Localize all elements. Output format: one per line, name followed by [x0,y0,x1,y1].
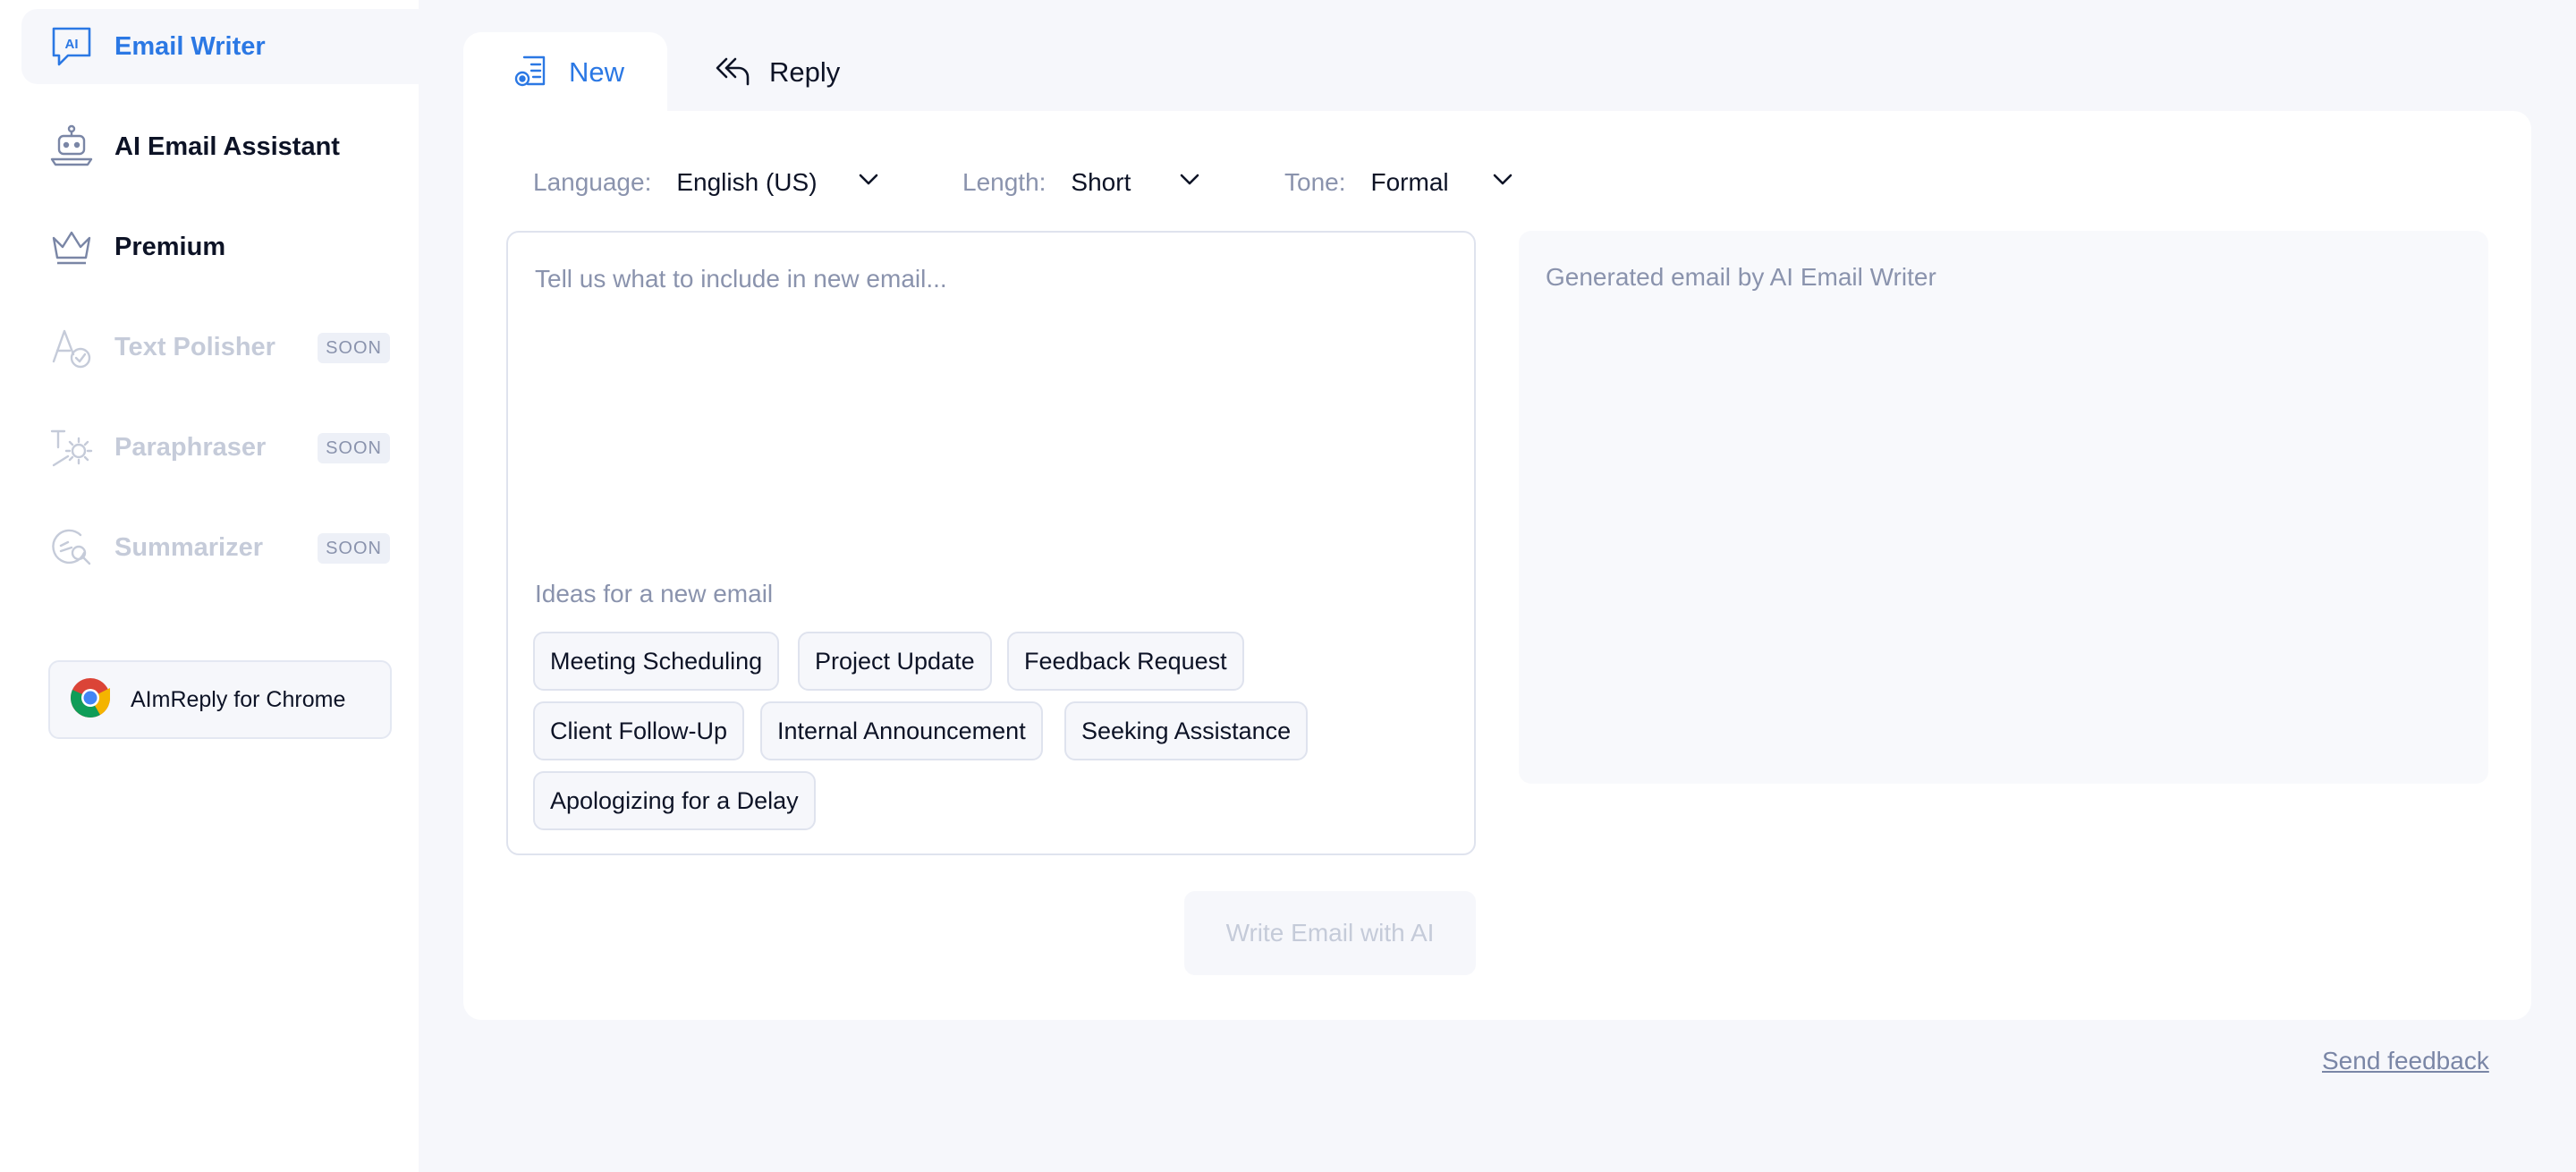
idea-chip[interactable]: Internal Announcement [760,701,1043,760]
idea-chip[interactable]: Seeking Assistance [1064,701,1309,760]
chevron-down-icon [1491,168,1514,198]
send-feedback-link[interactable]: Send feedback [2322,1047,2489,1075]
sidebar-item-paraphraser[interactable]: Paraphraser SOON [21,410,419,485]
language-value: English (US) [676,168,818,196]
crown-icon [48,224,95,270]
write-email-button[interactable]: Write Email with AI [1184,891,1476,975]
sidebar: AI Email Writer AI Email Assistant Premi… [0,0,419,1172]
sidebar-item-label: Premium [114,232,226,261]
robot-laptop-icon [48,123,95,170]
soon-badge: SOON [318,333,390,363]
length-label: Length: [962,168,1046,196]
idea-chip[interactable]: Feedback Request [1007,632,1244,691]
compose-icon [513,52,551,94]
sidebar-item-ai-email-assistant[interactable]: AI Email Assistant [21,109,419,184]
language-select[interactable]: Language: English (US) [533,165,880,200]
sidebar-item-premium[interactable]: Premium [21,209,419,285]
sidebar-item-text-polisher[interactable]: Text Polisher SOON [21,310,419,385]
idea-chip[interactable]: Client Follow-Up [533,701,745,760]
generated-email-output[interactable]: Generated email by AI Email Writer [1519,231,2488,784]
language-label: Language: [533,168,652,196]
sidebar-item-label: AI Email Assistant [114,132,340,161]
svg-text:AI: AI [65,37,79,52]
chrome-extension-label: AImReply for Chrome [131,686,346,712]
tone-select[interactable]: Tone: Formal [1284,165,1514,200]
ai-chat-icon: AI [48,23,95,70]
summarize-icon [48,524,95,571]
chrome-extension-button[interactable]: AImReply for Chrome [48,660,392,739]
reply-all-icon [714,52,751,94]
email-prompt-placeholder: Tell us what to include in new email... [535,265,947,293]
tone-label: Tone: [1284,168,1346,196]
sidebar-item-label: Summarizer [114,532,264,562]
soon-badge: SOON [318,533,390,564]
soon-badge: SOON [318,433,390,463]
length-select[interactable]: Length: Short [962,165,1201,200]
email-prompt-input[interactable]: Tell us what to include in new email... … [506,231,1476,855]
chevron-down-icon [857,168,880,198]
idea-chip[interactable]: Apologizing for a Delay [533,771,816,830]
tab-new[interactable]: New [463,32,667,113]
idea-chip[interactable]: Project Update [798,632,992,691]
tab-label: New [569,56,625,88]
chrome-logo-icon [70,677,111,723]
tab-label: Reply [769,56,841,88]
sidebar-item-label: Email Writer [114,31,266,61]
tone-value: Formal [1370,168,1449,196]
ideas-title: Ideas for a new email [535,580,774,607]
sidebar-item-email-writer[interactable]: AI Email Writer [21,9,419,84]
tab-reply[interactable]: Reply [667,32,882,113]
text-sparkle-icon [48,424,95,471]
text-check-icon [48,324,95,370]
length-value: Short [1071,168,1131,196]
chevron-down-icon [1178,168,1201,198]
sidebar-item-summarizer[interactable]: Summarizer SOON [21,510,419,585]
sidebar-item-label: Paraphraser [114,432,267,462]
generated-email-placeholder: Generated email by AI Email Writer [1546,263,1936,291]
sidebar-item-label: Text Polisher [114,332,275,361]
idea-chip[interactable]: Meeting Scheduling [533,632,780,691]
